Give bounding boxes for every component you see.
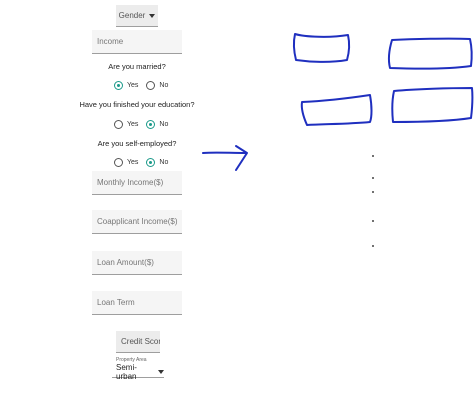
ink-annotations	[202, 33, 474, 171]
arrow-head	[235, 145, 248, 171]
ink-rect-2	[387, 37, 473, 70]
dot-1	[372, 155, 374, 157]
dot-5	[372, 245, 374, 247]
dot-4	[372, 220, 374, 222]
ink-rect-3	[300, 94, 373, 126]
dot-2	[372, 177, 374, 179]
ink-rect-4	[391, 87, 474, 123]
dot-3	[372, 191, 374, 193]
ink-rect-1	[292, 33, 351, 63]
